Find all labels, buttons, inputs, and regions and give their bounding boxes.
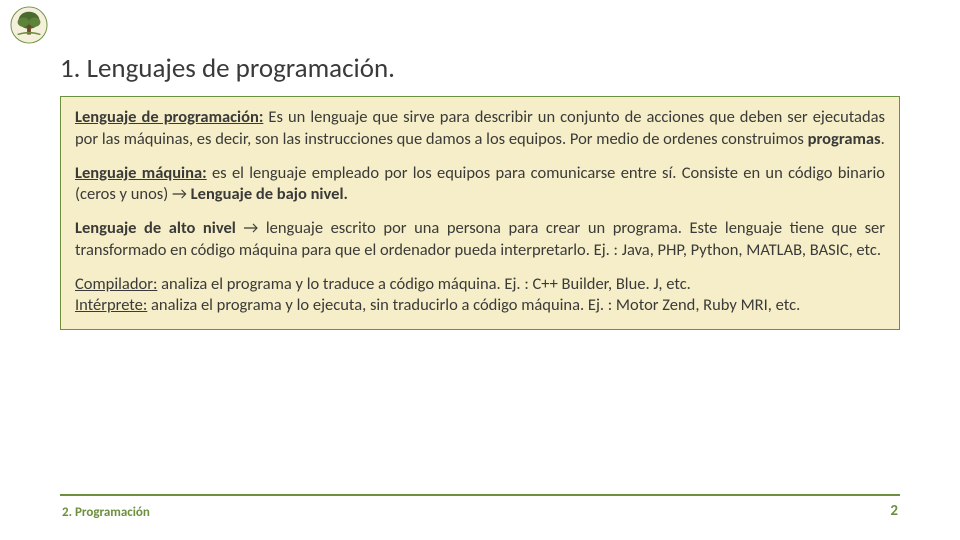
paragraph-1: Lenguaje de programación: Es un lenguaje… — [75, 107, 885, 151]
paragraph-2: Lenguaje máquina: es el lenguaje emplead… — [75, 163, 885, 207]
paragraph-4: Compilador: analiza el programa y lo tra… — [75, 274, 885, 318]
def-body-4b: analiza el programa y lo ejecuta, sin tr… — [147, 295, 800, 315]
def-post-1: . — [881, 129, 885, 149]
def-term-2: Lenguaje máquina: — [75, 163, 207, 183]
def-bold-1: programas — [808, 129, 881, 149]
page-number: 2 — [890, 502, 898, 520]
def-term-4b: Intérprete: — [75, 295, 147, 315]
def-bold-2: Lenguaje de bajo nivel. — [191, 184, 348, 204]
def-body-4a: analiza el programa y lo traduce a códig… — [157, 274, 690, 294]
paragraph-3: Lenguaje de alto nivel → lenguaje escrit… — [75, 218, 885, 262]
content-box: Lenguaje de programación: Es un lenguaje… — [60, 96, 900, 330]
def-term-1: Lenguaje de programación: — [75, 107, 263, 127]
footer-section-label: 2. Programación — [62, 505, 150, 520]
tree-logo — [10, 6, 48, 44]
footer-divider — [60, 494, 900, 496]
page-title: 1. Lenguajes de programación. — [60, 52, 395, 85]
def-term-3: Lenguaje de alto nivel — [75, 218, 236, 238]
def-term-4a: Compilador: — [75, 274, 157, 294]
